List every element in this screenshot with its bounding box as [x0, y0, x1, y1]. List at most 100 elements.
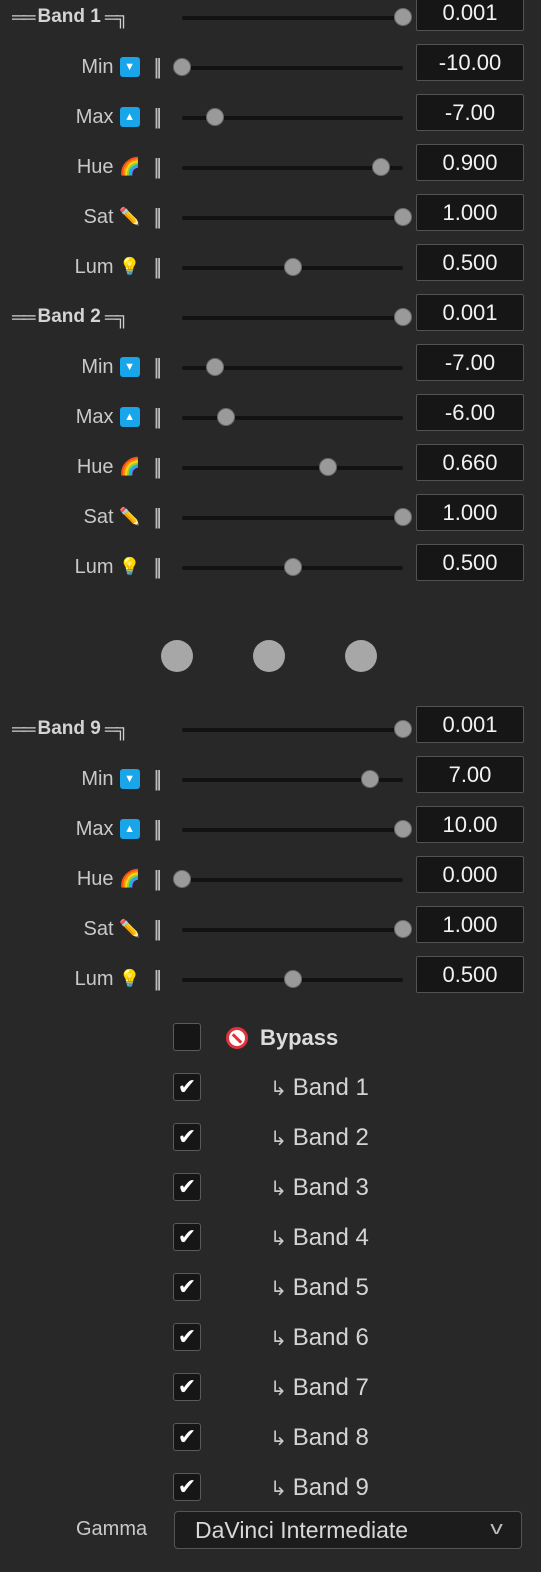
band-2-strength-value-field[interactable]: 0.001 — [416, 294, 524, 331]
band-2-max-slider-track[interactable] — [182, 408, 403, 426]
double-bar-icon: || — [153, 866, 163, 891]
band-9-min-slider-handle[interactable] — [360, 770, 379, 788]
band-toggle-checkbox[interactable]: ✔ — [173, 1323, 201, 1351]
band-toggle-label: Band 4 — [292, 1224, 369, 1251]
band-2-lum-value-field[interactable]: 0.500 — [416, 544, 524, 581]
band-9-strength-slider-handle[interactable] — [394, 720, 412, 738]
band-9-sat-slider-handle[interactable] — [394, 920, 412, 938]
band-toggle-checkbox[interactable]: ✔ — [173, 1423, 201, 1451]
band-1-hue-slider-handle[interactable] — [371, 158, 390, 176]
band-toggle-row[interactable]: ✔ ↳ Band 6 — [0, 1308, 541, 1358]
band-2-strength-slider-handle[interactable] — [394, 308, 412, 326]
band-1-strength-slider-handle[interactable] — [394, 8, 412, 26]
band-9-min-value-field[interactable]: 7.00 — [416, 756, 524, 793]
band-2-min-slider-track[interactable] — [182, 358, 403, 376]
band-9-hue-label: Hue — [76, 867, 114, 890]
band-9-min-label-group: Min ▼ || — [81, 754, 162, 804]
band-2-min-row: Min ▼ || -7.00 — [0, 342, 541, 392]
gamma-dropdown[interactable]: DaVinci Intermediate v — [174, 1511, 522, 1549]
band-9-min-slider-track[interactable] — [182, 770, 403, 788]
up-arrow-icon: ▲ — [119, 819, 140, 839]
band-2-strength-slider-track[interactable] — [182, 308, 412, 326]
band-9-lum-value-field[interactable]: 0.500 — [416, 956, 524, 993]
band-1-lum-slider-handle[interactable] — [283, 258, 302, 276]
band-2-sat-slider-track[interactable] — [182, 508, 412, 526]
band-9-lum-slider-track[interactable] — [182, 970, 403, 988]
band-2-min-label: Min — [81, 355, 114, 378]
band-2-sat-value-field[interactable]: 1.000 — [416, 494, 524, 531]
band-toggle-row[interactable]: ✔ ↳ Band 4 — [0, 1208, 541, 1258]
band-9-hue-slider-handle[interactable] — [173, 870, 191, 888]
band-toggle-checkbox[interactable]: ✔ — [173, 1273, 201, 1301]
band-1-sat-value-field[interactable]: 1.000 — [416, 194, 524, 231]
down-arrow-icon: ▼ — [119, 357, 140, 377]
band-toggle-label: Band 9 — [292, 1474, 369, 1501]
band-2-sat-row: Sat ✏️ || 1.000 — [0, 492, 541, 542]
band-toggle-row[interactable]: ✔ ↳ Band 3 — [0, 1158, 541, 1208]
band-toggle-checkbox[interactable]: ✔ — [173, 1123, 201, 1151]
band-9-max-slider-track[interactable] — [182, 820, 412, 838]
band-9-strength-value-field[interactable]: 0.001 — [416, 706, 524, 743]
band-toggle-row[interactable]: ✔ ↳ Band 8 — [0, 1408, 541, 1458]
band-toggle-row[interactable]: ✔ ↳ Band 5 — [0, 1258, 541, 1308]
band-2-hue-slider-handle[interactable] — [318, 458, 337, 476]
band-9-max-label-group: Max ▲ || — [76, 804, 162, 854]
band-2-min-slider-handle[interactable] — [206, 358, 225, 376]
band-9-sat-slider-track[interactable] — [182, 920, 412, 938]
band-2-lum-slider-track[interactable] — [182, 558, 403, 576]
band-2-lum-label-group: Lum 💡 || — [75, 542, 163, 592]
band-toggle-checkbox[interactable]: ✔ — [173, 1223, 201, 1251]
band-1-strength-slider-track[interactable] — [182, 8, 412, 26]
band-9-hue-value-field[interactable]: 0.000 — [416, 856, 524, 893]
band-1-sat-slider-track[interactable] — [182, 208, 412, 226]
double-bar-icon: || — [153, 354, 163, 379]
pencil-icon: ✏️ — [118, 207, 141, 226]
band-toggle-checkbox[interactable]: ✔ — [173, 1473, 201, 1501]
band-toggle-label-group: ↳ Band 2 — [270, 1123, 369, 1153]
band-1-sat-slider-handle[interactable] — [394, 208, 412, 226]
double-bar-icon: || — [153, 916, 163, 941]
band-toggle-label: Band 2 — [292, 1124, 369, 1151]
band-2-min-value-field[interactable]: -7.00 — [416, 344, 524, 381]
band-toggle-label-group: ↳ Band 8 — [270, 1423, 369, 1453]
band-9-max-value-field[interactable]: 10.00 — [416, 806, 524, 843]
band-9-hue-slider-track[interactable] — [173, 870, 403, 888]
band-1-min-slider-track[interactable] — [173, 58, 403, 76]
band-toggle-checkbox[interactable]: ✔ — [173, 1173, 201, 1201]
band-1-hue-slider-track[interactable] — [182, 158, 403, 176]
band-1-max-slider-track[interactable] — [182, 108, 403, 126]
band-toggle-checkbox[interactable]: ✔ — [173, 1073, 201, 1101]
band-9-strength-slider-track[interactable] — [182, 720, 412, 738]
band-2-lum-slider-handle[interactable] — [283, 558, 302, 576]
band-1-lum-value-field[interactable]: 0.500 — [416, 244, 524, 281]
band-9-lum-slider-handle[interactable] — [283, 970, 302, 988]
band-9-sat-value-field[interactable]: 1.000 — [416, 906, 524, 943]
band-1-strength-value-field[interactable]: 0.001 — [416, 0, 524, 31]
bypass-checkbox[interactable] — [173, 1023, 201, 1051]
sub-arrow-icon: ↳ — [270, 1427, 287, 1450]
band-1-min-slider-handle[interactable] — [173, 58, 191, 76]
band-toggle-row[interactable]: ✔ ↳ Band 2 — [0, 1108, 541, 1158]
band-2-hue-slider-track[interactable] — [182, 458, 403, 476]
band-2-max-slider-handle[interactable] — [217, 408, 236, 426]
band-2-max-value-field[interactable]: -6.00 — [416, 394, 524, 431]
band-1-lum-slider-track[interactable] — [182, 258, 403, 276]
band-toggle-row[interactable]: ✔ ↳ Band 9 — [0, 1458, 541, 1508]
band-1-min-value-field[interactable]: -10.00 — [416, 44, 524, 81]
band-2-sat-slider-handle[interactable] — [394, 508, 412, 526]
band-1-hue-value-field[interactable]: 0.900 — [416, 144, 524, 181]
band-9-max-slider-handle[interactable] — [394, 820, 412, 838]
band-1-max-slider-handle[interactable] — [206, 108, 225, 126]
band-toggle-row[interactable]: ✔ ↳ Band 1 — [0, 1058, 541, 1108]
band-2-hue-value-field[interactable]: 0.660 — [416, 444, 524, 481]
band-9-lum-label-group: Lum 💡 || — [75, 954, 163, 1004]
double-bar-icon: || — [153, 254, 163, 279]
bypass-row[interactable]: Bypass — [0, 1008, 541, 1058]
band-toggle-row[interactable]: ✔ ↳ Band 7 — [0, 1358, 541, 1408]
down-arrow-icon: ▼ — [119, 769, 140, 789]
band-2-hue-row: Hue 🌈 || 0.660 — [0, 442, 541, 492]
band-1-max-value-field[interactable]: -7.00 — [416, 94, 524, 131]
band-1-lum-label-group: Lum 💡 || — [75, 242, 163, 292]
band-toggle-checkbox[interactable]: ✔ — [173, 1373, 201, 1401]
band-toggle-label-group: ↳ Band 1 — [270, 1073, 369, 1103]
